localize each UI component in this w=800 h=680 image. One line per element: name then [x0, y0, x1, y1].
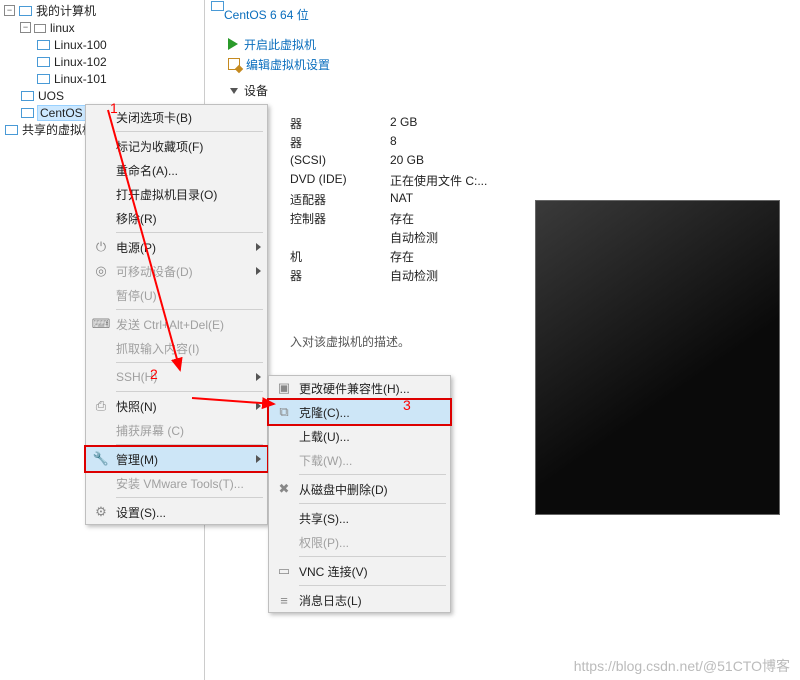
wrench-icon [228, 58, 240, 70]
annotation-3: 3 [403, 397, 411, 413]
submenu-change-compat[interactable]: ▣更改硬件兼容性(H)... [269, 376, 450, 400]
submenu-message-log[interactable]: ≡消息日志(L) [269, 588, 450, 612]
submenu-clone[interactable]: ⧉克隆(C)... [269, 400, 450, 424]
tree-vm-linux-100[interactable]: Linux-100 [4, 36, 204, 53]
manage-submenu: ▣更改硬件兼容性(H)... ⧉克隆(C)... 上载(U)... 下载(W).… [268, 375, 451, 613]
vm-context-menu: 关闭选项卡(B) 标记为收藏项(F) 重命名(A)... 打开虚拟机目录(O) … [85, 104, 268, 525]
hardware-specs: 器2 GB 器8 (SCSI)20 GB DVD (IDE)正在使用文件 C:.… [290, 115, 487, 286]
chip-icon: ▣ [276, 380, 292, 396]
snapshot-icon: ⎙ [93, 398, 109, 414]
menu-pause: 暂停(U) [86, 283, 267, 307]
usb-icon: ◎ [93, 263, 109, 279]
delete-icon: ✖ [276, 481, 292, 497]
submenu-delete-from-disk[interactable]: ✖从磁盘中删除(D) [269, 477, 450, 501]
devices-header[interactable]: 设备 [210, 80, 800, 101]
play-icon [228, 38, 238, 50]
gear-icon: ⚙ [93, 504, 109, 520]
chevron-down-icon [230, 88, 238, 94]
menu-power[interactable]: ⏻电源(P) [86, 235, 267, 259]
power-on-link[interactable]: 开启此虚拟机 [228, 34, 782, 54]
vm-title-row: CentOS 6 64 位 [210, 0, 800, 28]
log-icon: ≡ [276, 592, 292, 608]
submenu-download: 下载(W)... [269, 448, 450, 472]
watermark: https://blog.csdn.net/@51CTO博客 [574, 656, 790, 676]
menu-remove[interactable]: 移除(R) [86, 206, 267, 230]
chevron-right-icon [256, 243, 261, 251]
menu-install-vmware-tools: 安装 VMware Tools(T)... [86, 471, 267, 495]
menu-manage[interactable]: 🔧管理(M) [86, 447, 267, 471]
menu-send-cad: ⌨发送 Ctrl+Alt+Del(E) [86, 312, 267, 336]
description-placeholder[interactable]: 入对该虚拟机的描述。 [290, 333, 410, 350]
menu-settings[interactable]: ⚙设置(S)... [86, 500, 267, 524]
annotation-1: 1 [110, 100, 118, 116]
vnc-icon: ▭ [276, 563, 292, 579]
tree-vm-uos[interactable]: UOS [4, 87, 204, 104]
edit-settings-link[interactable]: 编辑虚拟机设置 [228, 54, 782, 74]
wrench-icon: 🔧 [93, 451, 109, 467]
menu-ssh: SSH(H) [86, 365, 267, 389]
menu-removable-devices: ◎可移动设备(D) [86, 259, 267, 283]
submenu-share[interactable]: 共享(S)... [269, 506, 450, 530]
tree-root[interactable]: −我的计算机 [4, 2, 204, 19]
menu-mark-favorite[interactable]: 标记为收藏项(F) [86, 134, 267, 158]
power-icon: ⏻ [93, 239, 109, 255]
tree-vm-linux-102[interactable]: Linux-102 [4, 53, 204, 70]
tree-vm-linux-101[interactable]: Linux-101 [4, 70, 204, 87]
menu-rename[interactable]: 重命名(A)... [86, 158, 267, 182]
menu-capture-screen: 捕获屏幕 (C) [86, 418, 267, 442]
tree-folder-linux[interactable]: −linux [4, 19, 204, 36]
menu-open-vm-dir[interactable]: 打开虚拟机目录(O) [86, 182, 267, 206]
menu-grab-input: 抓取输入内容(I) [86, 336, 267, 360]
menu-snapshot[interactable]: ⎙快照(N) [86, 394, 267, 418]
submenu-vnc[interactable]: ▭VNC 连接(V) [269, 559, 450, 583]
vm-screenshot-thumbnail [535, 200, 780, 515]
vm-title: CentOS 6 64 位 [224, 6, 309, 23]
clone-icon: ⧉ [276, 404, 292, 420]
keyboard-icon: ⌨ [93, 316, 109, 332]
submenu-upload[interactable]: 上载(U)... [269, 424, 450, 448]
annotation-2: 2 [150, 366, 158, 382]
submenu-permissions: 权限(P)... [269, 530, 450, 554]
